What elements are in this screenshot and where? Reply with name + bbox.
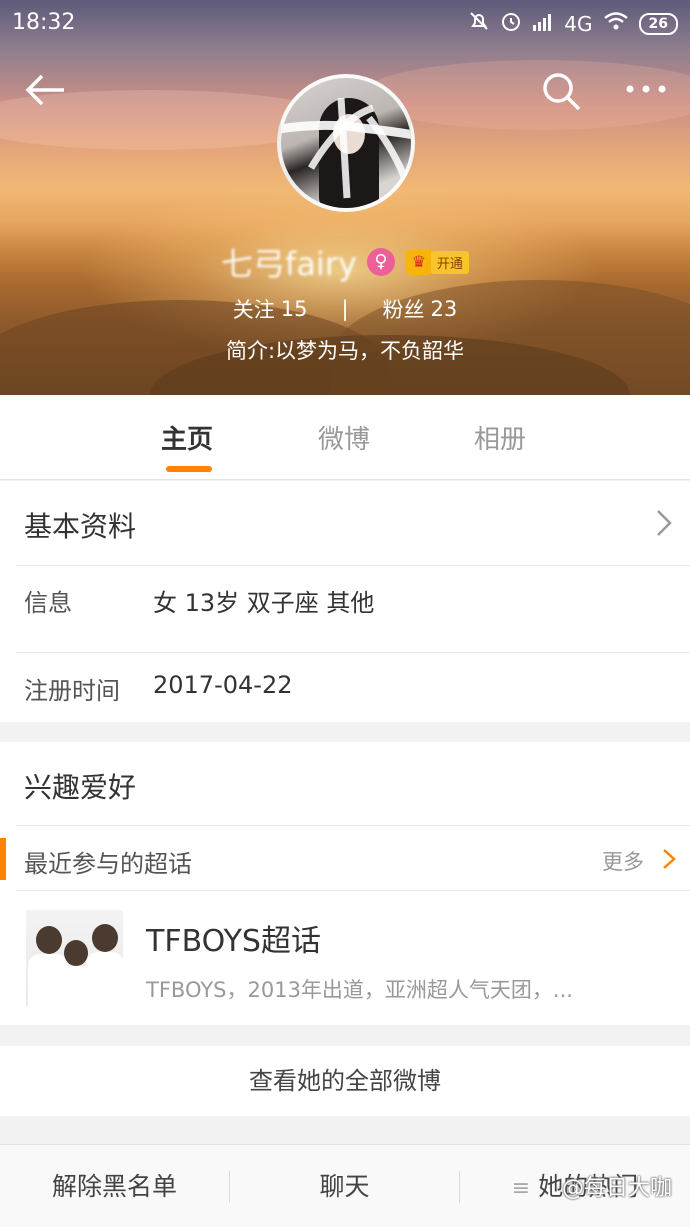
info-label: 信息 — [24, 589, 72, 617]
vip-open-label: 开通 — [430, 250, 469, 274]
status-bar: 18:32 4G 26 — [0, 0, 690, 46]
tab-home[interactable]: 主页 — [161, 419, 213, 456]
basic-info-header[interactable]: 基本资料 — [0, 481, 690, 565]
supertopic-thumbnail — [26, 910, 123, 1006]
follow-stats: 关注 15 | 粉丝 23 — [0, 292, 690, 326]
accent-bar — [0, 838, 6, 880]
supertopic-description: TFBOYS，2013年出道，亚洲超人气天团，... — [146, 978, 573, 1002]
fans-count[interactable]: 23 — [431, 297, 458, 321]
more-link[interactable]: 更多 — [602, 846, 644, 876]
supertopic-item[interactable]: TFBOYS超话 TFBOYS，2013年出道，亚洲超人气天团，... — [0, 891, 690, 1025]
more-options-button[interactable] — [622, 76, 670, 102]
view-all-weibo-button[interactable]: 查看她的全部微博 — [0, 1046, 690, 1116]
chevron-right-icon[interactable] — [662, 848, 676, 870]
female-icon: ♀ — [366, 248, 395, 276]
more-dots-icon — [626, 85, 666, 93]
search-button[interactable] — [540, 70, 582, 112]
search-icon — [543, 73, 581, 111]
mute-bell-icon — [468, 10, 490, 37]
watermark: @每日大咖 — [562, 1176, 673, 1201]
follow-count[interactable]: 15 — [281, 297, 308, 321]
interests-title: 兴趣爱好 — [24, 771, 137, 804]
alarm-icon — [500, 10, 522, 37]
interests-section: 兴趣爱好 最近参与的超话 更多 TFBOYS超话 TFBOYS，2013年出道，… — [0, 742, 690, 1025]
battery-indicator: 26 — [638, 12, 678, 35]
basic-info-title: 基本资料 — [24, 510, 137, 543]
menu-lines-icon: ≡ — [511, 1176, 531, 1201]
crown-icon: ♛ — [404, 249, 433, 275]
view-all-weibo-section: 查看她的全部微博 — [0, 1046, 690, 1116]
info-value: 女 13岁 双子座 其他 — [153, 589, 375, 617]
unblock-button[interactable]: 解除黑名单 — [0, 1145, 229, 1227]
signal-icon — [532, 12, 554, 36]
stats-separator: | — [341, 297, 349, 321]
follow-label[interactable]: 关注 — [233, 294, 275, 324]
divider — [16, 825, 690, 826]
active-tab-indicator — [166, 466, 212, 472]
profile-header: 18:32 4G 26 七弓fairy ♀ ♛ 开通 关注 15 | 粉丝 23… — [0, 0, 690, 395]
divider — [16, 652, 690, 653]
status-time: 18:32 — [12, 10, 76, 35]
bio: 简介:以梦为马，不负韶华 — [225, 339, 465, 363]
recent-supertopic-label: 最近参与的超话 — [24, 850, 192, 878]
vip-badge[interactable]: ♛ 开通 — [404, 249, 469, 275]
tab-album[interactable]: 相册 — [474, 419, 526, 456]
network-type: 4G — [564, 11, 593, 36]
fans-label[interactable]: 粉丝 — [383, 294, 425, 324]
tab-weibo[interactable]: 微博 — [318, 419, 370, 456]
wifi-icon — [603, 11, 629, 36]
chevron-right-icon — [657, 510, 672, 536]
nickname-row: 七弓fairy ♀ ♛ 开通 — [0, 240, 690, 284]
back-button[interactable] — [24, 70, 68, 110]
register-time-value: 2017-04-22 — [153, 671, 293, 699]
nickname: 七弓fairy — [221, 245, 357, 283]
chat-button[interactable]: 聊天 — [230, 1145, 459, 1227]
avatar-scribble — [281, 97, 411, 199]
status-icons: 4G 26 — [468, 10, 678, 37]
arrow-left-icon — [25, 74, 64, 106]
profile-tabs: 主页 微博 相册 — [0, 395, 690, 480]
register-time-label: 注册时间 — [24, 677, 120, 705]
avatar[interactable] — [277, 74, 415, 212]
divider — [16, 565, 690, 566]
supertopic-name: TFBOYS超话 — [146, 924, 321, 959]
basic-info-section: 基本资料 信息 女 13岁 双子座 其他 注册时间 2017-04-22 — [0, 481, 690, 722]
